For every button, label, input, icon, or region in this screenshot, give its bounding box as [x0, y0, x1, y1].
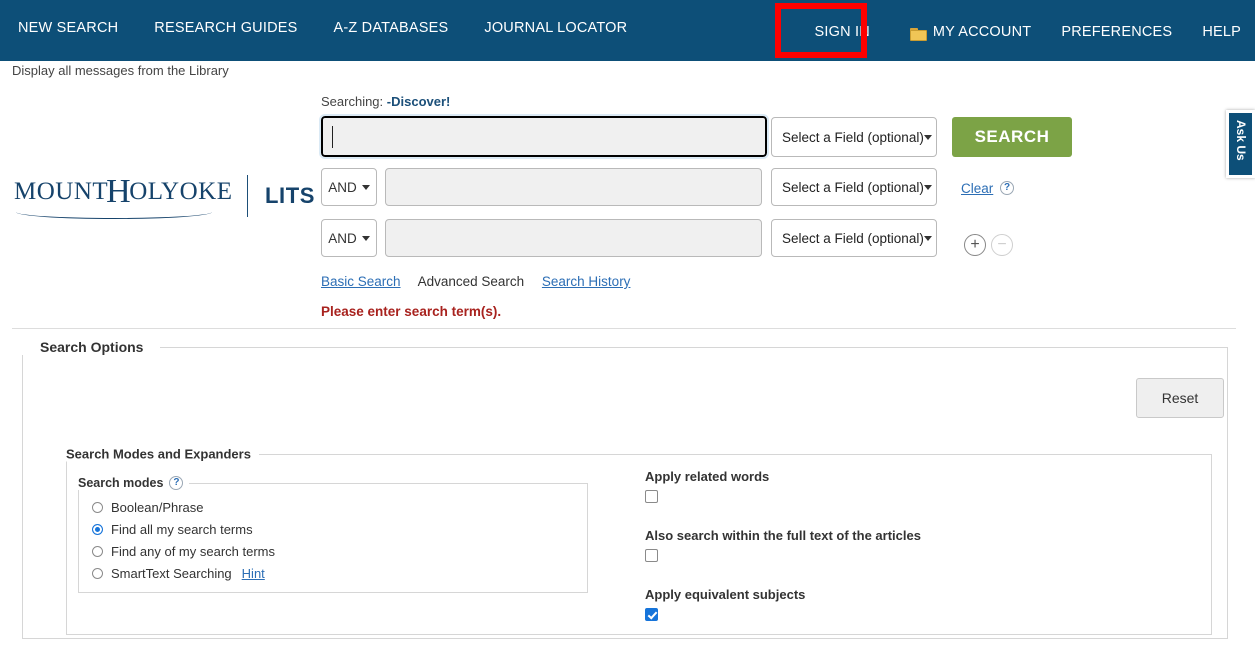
error-message: Please enter search term(s).: [321, 304, 501, 319]
expander-label: Also search within the full text of the …: [645, 528, 1125, 543]
lits-wordmark: LITS: [265, 183, 315, 209]
my-account-label: MY ACCOUNT: [933, 24, 1031, 40]
ask-us-tab[interactable]: Ask Us: [1226, 110, 1255, 178]
logo-divider: [247, 175, 248, 217]
expander-label: Apply related words: [645, 469, 1125, 484]
radio-find-any-terms[interactable]: Find any of my search terms: [92, 540, 572, 562]
searching-label: Searching: -Discover!: [321, 94, 450, 109]
help-link[interactable]: HELP: [1202, 24, 1241, 40]
mount-holyoke-lits-logo[interactable]: MOUNTHOLYOKE LITS: [14, 178, 314, 224]
basic-search-link[interactable]: Basic Search: [321, 274, 401, 289]
search-modes-legend: Search modes: [78, 476, 163, 490]
hint-link[interactable]: Hint: [242, 566, 265, 581]
expander-apply-equivalent-subjects: Apply equivalent subjects: [645, 587, 1125, 624]
my-account-link[interactable]: MY ACCOUNT: [910, 24, 1031, 40]
radio-label: SmartText Searching: [111, 566, 232, 581]
search-history-link[interactable]: Search History: [542, 274, 631, 289]
text-cursor: [332, 126, 333, 148]
top-navigation-bar: NEW SEARCH RESEARCH GUIDES A-Z DATABASES…: [0, 0, 1255, 61]
boolean-select-2-label: AND: [328, 180, 357, 195]
radio-label: Find all my search terms: [111, 522, 253, 537]
chevron-down-icon: [924, 185, 932, 190]
field-select-2-label: Select a Field (optional): [782, 180, 924, 195]
search-mode-links: Basic Search Advanced Search Search Hist…: [321, 274, 644, 289]
library-message: Display all messages from the Library: [12, 63, 229, 78]
chevron-down-icon: [362, 185, 370, 190]
chevron-down-icon: [924, 236, 932, 241]
expander-apply-related-words: Apply related words: [645, 469, 1125, 506]
search-input-2[interactable]: [385, 168, 762, 206]
nav-journal-locator[interactable]: JOURNAL LOCATOR: [484, 20, 627, 36]
searching-prefix: Searching:: [321, 94, 383, 109]
search-modes-radio-group: Boolean/Phrase Find all my search terms …: [92, 496, 572, 584]
nav-new-search[interactable]: NEW SEARCH: [18, 20, 118, 36]
expander-label: Apply equivalent subjects: [645, 587, 1125, 602]
searching-database-name: -Discover!: [387, 94, 451, 109]
boolean-select-3-label: AND: [328, 231, 357, 246]
ask-us-label: Ask Us: [1234, 120, 1248, 161]
radio-find-all-terms[interactable]: Find all my search terms: [92, 518, 572, 540]
radio-icon: [92, 568, 103, 579]
search-modes-border: [186, 483, 588, 484]
chevron-down-icon: [924, 135, 932, 140]
boolean-select-3[interactable]: AND: [321, 219, 377, 257]
logo-olyoke-text: OLYOKE: [129, 178, 232, 205]
remove-row-button: −: [991, 234, 1013, 256]
checkbox-apply-related-words[interactable]: [645, 490, 658, 503]
radio-icon: [92, 502, 103, 513]
expander-search-full-text: Also search within the full text of the …: [645, 528, 1125, 565]
radio-smarttext-searching[interactable]: SmartText Searching Hint: [92, 562, 572, 584]
search-options-legend: Search Options: [22, 339, 151, 355]
advanced-search-label: Advanced Search: [418, 274, 525, 289]
folder-icon: [910, 28, 927, 41]
section-separator: [12, 328, 1236, 329]
search-row-1: [321, 116, 767, 157]
radio-label: Boolean/Phrase: [111, 500, 204, 515]
expanders-group: Apply related words Also search within t…: [645, 469, 1125, 646]
field-select-1[interactable]: Select a Field (optional): [771, 117, 937, 157]
search-input-3[interactable]: [385, 219, 762, 257]
boolean-select-2[interactable]: AND: [321, 168, 377, 206]
logo-mount-text: MOUNT: [14, 178, 108, 205]
search-modes-legend-group: Search modes ?: [78, 476, 189, 490]
field-select-2[interactable]: Select a Field (optional): [771, 168, 937, 206]
search-modes-help-icon[interactable]: ?: [169, 476, 183, 490]
mount-holyoke-wordmark: MOUNTHOLYOKE: [14, 178, 233, 206]
field-select-3[interactable]: Select a Field (optional): [771, 219, 937, 257]
preferences-link[interactable]: PREFERENCES: [1061, 24, 1172, 40]
add-row-button[interactable]: +: [964, 234, 986, 256]
chevron-down-icon: [362, 236, 370, 241]
nav-right-group: SIGN IN MY ACCOUNT PREFERENCES HELP: [775, 20, 1241, 44]
clear-help-icon[interactable]: ?: [1000, 181, 1014, 195]
nav-research-guides[interactable]: RESEARCH GUIDES: [154, 20, 297, 36]
sign-in-link[interactable]: SIGN IN: [815, 24, 870, 40]
search-input-1[interactable]: [321, 116, 767, 157]
field-select-3-label: Select a Field (optional): [782, 231, 924, 246]
sign-in-container: SIGN IN: [775, 20, 880, 44]
checkbox-search-full-text[interactable]: [645, 549, 658, 562]
radio-label: Find any of my search terms: [111, 544, 275, 559]
search-modes-expanders-border: [252, 454, 1212, 455]
reset-button[interactable]: Reset: [1136, 378, 1224, 418]
checkbox-apply-equivalent-subjects[interactable]: [645, 608, 658, 621]
search-options-border: [160, 347, 1228, 348]
clear-link[interactable]: Clear: [961, 181, 993, 196]
radio-boolean-phrase[interactable]: Boolean/Phrase: [92, 496, 572, 518]
nav-az-databases[interactable]: A-Z DATABASES: [334, 20, 449, 36]
search-button[interactable]: SEARCH: [952, 117, 1072, 157]
logo-arc: [16, 205, 212, 219]
nav-left-group: NEW SEARCH RESEARCH GUIDES A-Z DATABASES…: [18, 20, 663, 36]
radio-icon-selected: [92, 524, 103, 535]
search-modes-expanders-legend: Search Modes and Expanders: [66, 447, 259, 462]
field-select-1-label: Select a Field (optional): [782, 130, 924, 145]
radio-icon: [92, 546, 103, 557]
